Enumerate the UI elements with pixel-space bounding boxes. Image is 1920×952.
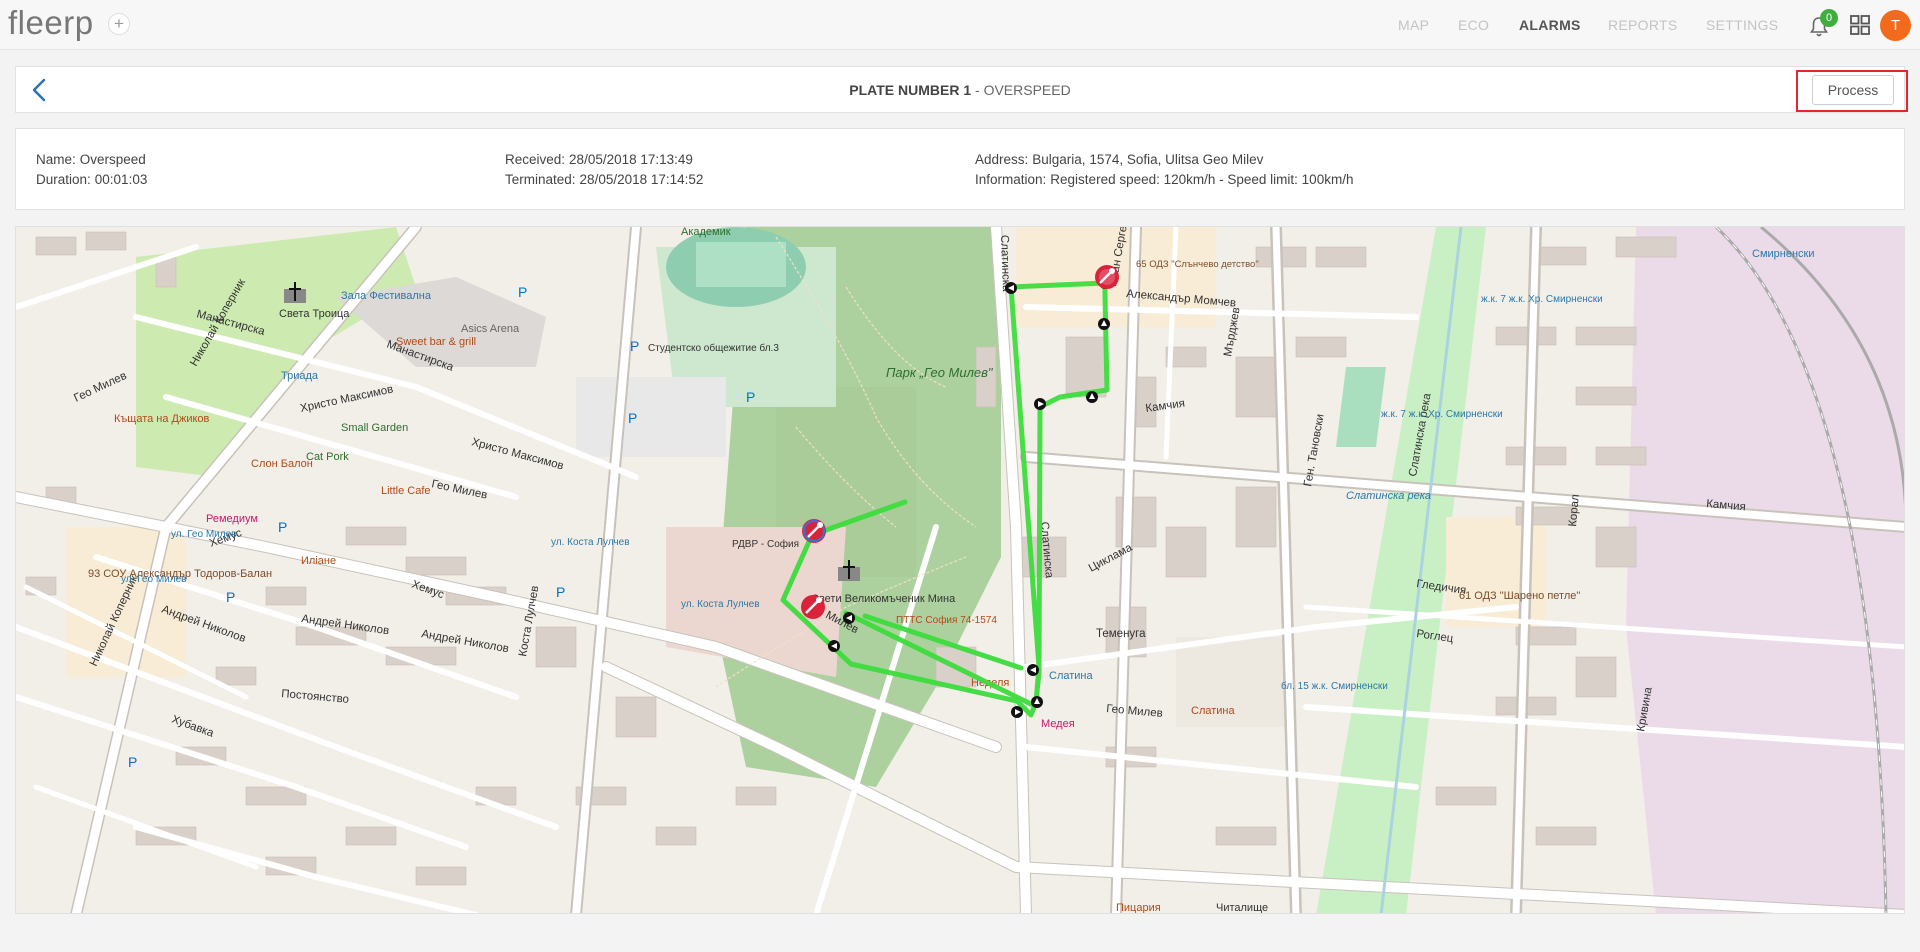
cafe-label: Little Cafe (381, 485, 431, 497)
nav-settings[interactable]: SETTINGS (1706, 0, 1778, 50)
map-canvas[interactable]: P P P P P P P P Гео Милев Гео Милев Гео … (16, 227, 1905, 914)
direction-arrow-icon[interactable] (1011, 706, 1023, 718)
process-button[interactable]: Process (1812, 75, 1894, 105)
parking-lot (576, 377, 726, 457)
direction-arrow-icon[interactable] (1031, 696, 1043, 708)
terminated-label: Terminated: (505, 172, 576, 187)
hall-label: Зала Фестивална (341, 290, 432, 302)
shop-label: Триада (281, 370, 319, 382)
bus-stop-label: ж.к. 7 ж.к. Хр. Смирненски (1481, 294, 1603, 305)
river-label: Слатинска река (1346, 490, 1431, 502)
duration-value: 00:01:03 (94, 172, 148, 187)
pharmacy-label: Ремедиум (206, 513, 258, 525)
stadium-label: Академик (681, 227, 731, 238)
information-value: Registered speed: 120km/h - Speed limit:… (1050, 172, 1354, 187)
terminated-row: Terminated: 28/05/2018 17:14:52 (505, 172, 703, 187)
address-label: Address: (975, 152, 1029, 167)
dormitory-label: Студентско общежитие бл.3 (648, 342, 779, 354)
information-row: Information: Registered speed: 120km/h - … (975, 172, 1353, 187)
bus-stop-label: ул. Коста Лулчев (551, 537, 630, 548)
direction-arrow-icon[interactable] (1086, 391, 1098, 403)
bus-stop-label: Слатина (1049, 670, 1093, 682)
parking-label: P (630, 338, 639, 354)
bus-stop-label: ж.к. 7 ж.к. Хр. Смирненски (1381, 409, 1503, 420)
nav-alarms[interactable]: ALARMS (1519, 0, 1581, 50)
name-value: Overspeed (79, 152, 146, 167)
notification-count-badge: 0 (1820, 9, 1838, 27)
duration-row: Duration: 00:01:03 (36, 172, 147, 187)
parking-label: P (518, 284, 527, 300)
parking-label: P (746, 389, 755, 405)
direction-arrow-icon[interactable] (1027, 664, 1039, 676)
plate-number: PLATE NUMBER 1 (849, 82, 972, 98)
culture-label: Читалище (1216, 902, 1268, 914)
parking-label: P (226, 589, 235, 605)
pharmacy-label: Медея (1041, 718, 1075, 730)
poi-label: Слатина (1191, 705, 1235, 717)
name-label: Name: (36, 152, 76, 167)
direction-arrow-icon[interactable] (1034, 398, 1046, 410)
stadium-field (696, 242, 786, 287)
bus-stop-label: ул. Гео Милев (121, 574, 186, 585)
direction-arrow-icon[interactable] (843, 612, 855, 624)
alarm-details-panel: Name: Overspeed Duration: 00:01:03 Receive… (15, 128, 1905, 210)
street-label-temenuga: Теменуга (1096, 628, 1146, 640)
parking-label: P (128, 754, 137, 770)
restaurant-label: Sweet bar & grill (396, 336, 476, 348)
direction-arrow-icon[interactable] (1098, 318, 1110, 330)
apps-grid-icon[interactable] (1849, 14, 1871, 36)
user-avatar[interactable]: T (1880, 10, 1911, 41)
name-row: Name: Overspeed (36, 152, 146, 167)
arena-label: Asics Arena (461, 323, 520, 335)
park-label: Парк „Гео Милев" (886, 365, 994, 380)
district-label: Смирненски (1752, 248, 1815, 260)
railway-landuse-area (1626, 227, 1904, 913)
direction-arrow-icon[interactable] (828, 640, 840, 652)
received-label: Received: (505, 152, 566, 167)
cafe-label: Иліане (301, 555, 336, 567)
top-navbar: fleerp + MAP ECO ALARMS REPORTS SETTINGS… (0, 0, 1920, 50)
bus-stop-label: ул. Коста Лулчев (681, 599, 760, 610)
title-separator: - (971, 82, 984, 98)
church-label: Свети Великомъченик Мина (811, 593, 956, 605)
parking-label: P (278, 519, 287, 535)
cafe-label: Слон Балон (251, 458, 313, 470)
terminated-value: 28/05/2018 17:14:52 (579, 172, 704, 187)
alarm-start-marker[interactable] (1095, 265, 1119, 289)
speedometer-marker[interactable] (801, 595, 825, 619)
kindergarten-label: 65 ОДЗ "Слънчево детство" (1136, 259, 1259, 270)
nav-eco[interactable]: ECO (1458, 0, 1489, 50)
bus-stop-label: ул. Гео Милев (171, 529, 236, 540)
add-button[interactable]: + (108, 13, 130, 35)
restaurant-label: Пицария (1116, 902, 1161, 914)
duration-label: Duration: (36, 172, 91, 187)
alarm-type: OVERSPEED (983, 82, 1071, 98)
received-row: Received: 28/05/2018 17:13:49 (505, 152, 693, 167)
direction-arrow-icon[interactable] (1005, 282, 1017, 294)
cafe-label: Small Garden (341, 422, 408, 434)
address-value: Bulgaria, 1574, Sofia, Ulitsa Geo Milev (1032, 152, 1264, 167)
alarm-header-panel: PLATE NUMBER 1 - OVERSPEED (15, 66, 1905, 113)
address-row: Address: Bulgaria, 1574, Sofia, Ulitsa Ge… (975, 152, 1263, 167)
nav-map[interactable]: MAP (1398, 0, 1429, 50)
nav-reports[interactable]: REPORTS (1608, 0, 1678, 50)
kindergarten-label: 61 ОДЗ "Шарено петле" (1459, 590, 1580, 602)
alarm-end-marker[interactable] (802, 519, 826, 543)
bus-stop-label: бл. 15 ж.к. Смирненски (1281, 680, 1388, 692)
building-label: РДВР - София (732, 538, 799, 550)
received-value: 28/05/2018 17:13:49 (569, 152, 693, 167)
alarm-map[interactable]: P P P P P P P P Гео Милев Гео Милев Гео … (15, 226, 1905, 914)
church-label: Света Троица (279, 308, 350, 320)
parking-label: P (556, 584, 565, 600)
post-office-label: ПТТС София 74-1574 (896, 614, 997, 626)
information-label: Information: (975, 172, 1047, 187)
restaurant-label: Къщата на Джиков (114, 413, 210, 425)
app-logo[interactable]: fleerp (8, 4, 94, 42)
page-title: PLATE NUMBER 1 - OVERSPEED (16, 67, 1904, 114)
parking-label: P (628, 410, 637, 426)
